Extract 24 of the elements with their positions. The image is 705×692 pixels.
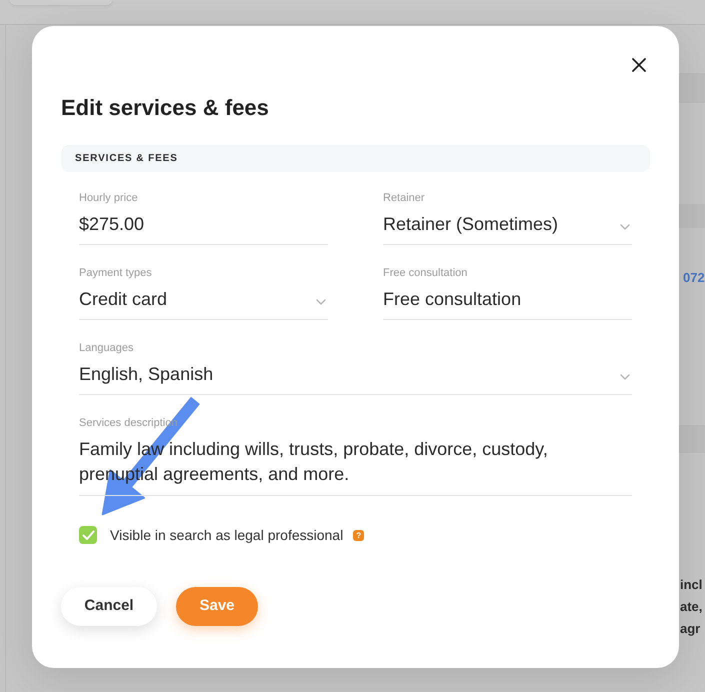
chevron-down-icon	[620, 224, 630, 230]
dialog-title: Edit services & fees	[61, 94, 270, 122]
field-label: Free consultation	[383, 266, 468, 280]
input-field[interactable]: $275.00	[79, 212, 328, 245]
field-label: Languages	[79, 341, 134, 355]
background-text: ate,	[680, 598, 702, 616]
close-icon	[632, 58, 646, 72]
field-label: Hourly price	[79, 191, 138, 205]
background-text: incl	[680, 576, 702, 594]
section-title: SERVICES & FEES	[75, 152, 178, 166]
check-icon	[82, 530, 94, 540]
dropdown[interactable]: Credit card	[79, 287, 328, 320]
chevron-down-icon	[620, 374, 630, 380]
background-text: agr	[680, 620, 700, 638]
field-label: Retainer	[383, 191, 425, 205]
dropdown[interactable]: English, Spanish	[79, 362, 632, 395]
checkbox-label: Visible in search as legal professional	[110, 526, 344, 544]
checkbox[interactable]	[79, 526, 97, 544]
cancel-button[interactable]: Cancel	[61, 587, 157, 626]
dropdown[interactable]: Retainer (Sometimes)	[383, 212, 632, 245]
input-field[interactable]: Free consultation	[383, 287, 632, 320]
field-label: Payment types	[79, 266, 152, 280]
chevron-down-icon	[316, 299, 326, 305]
close-button[interactable]	[632, 58, 646, 72]
